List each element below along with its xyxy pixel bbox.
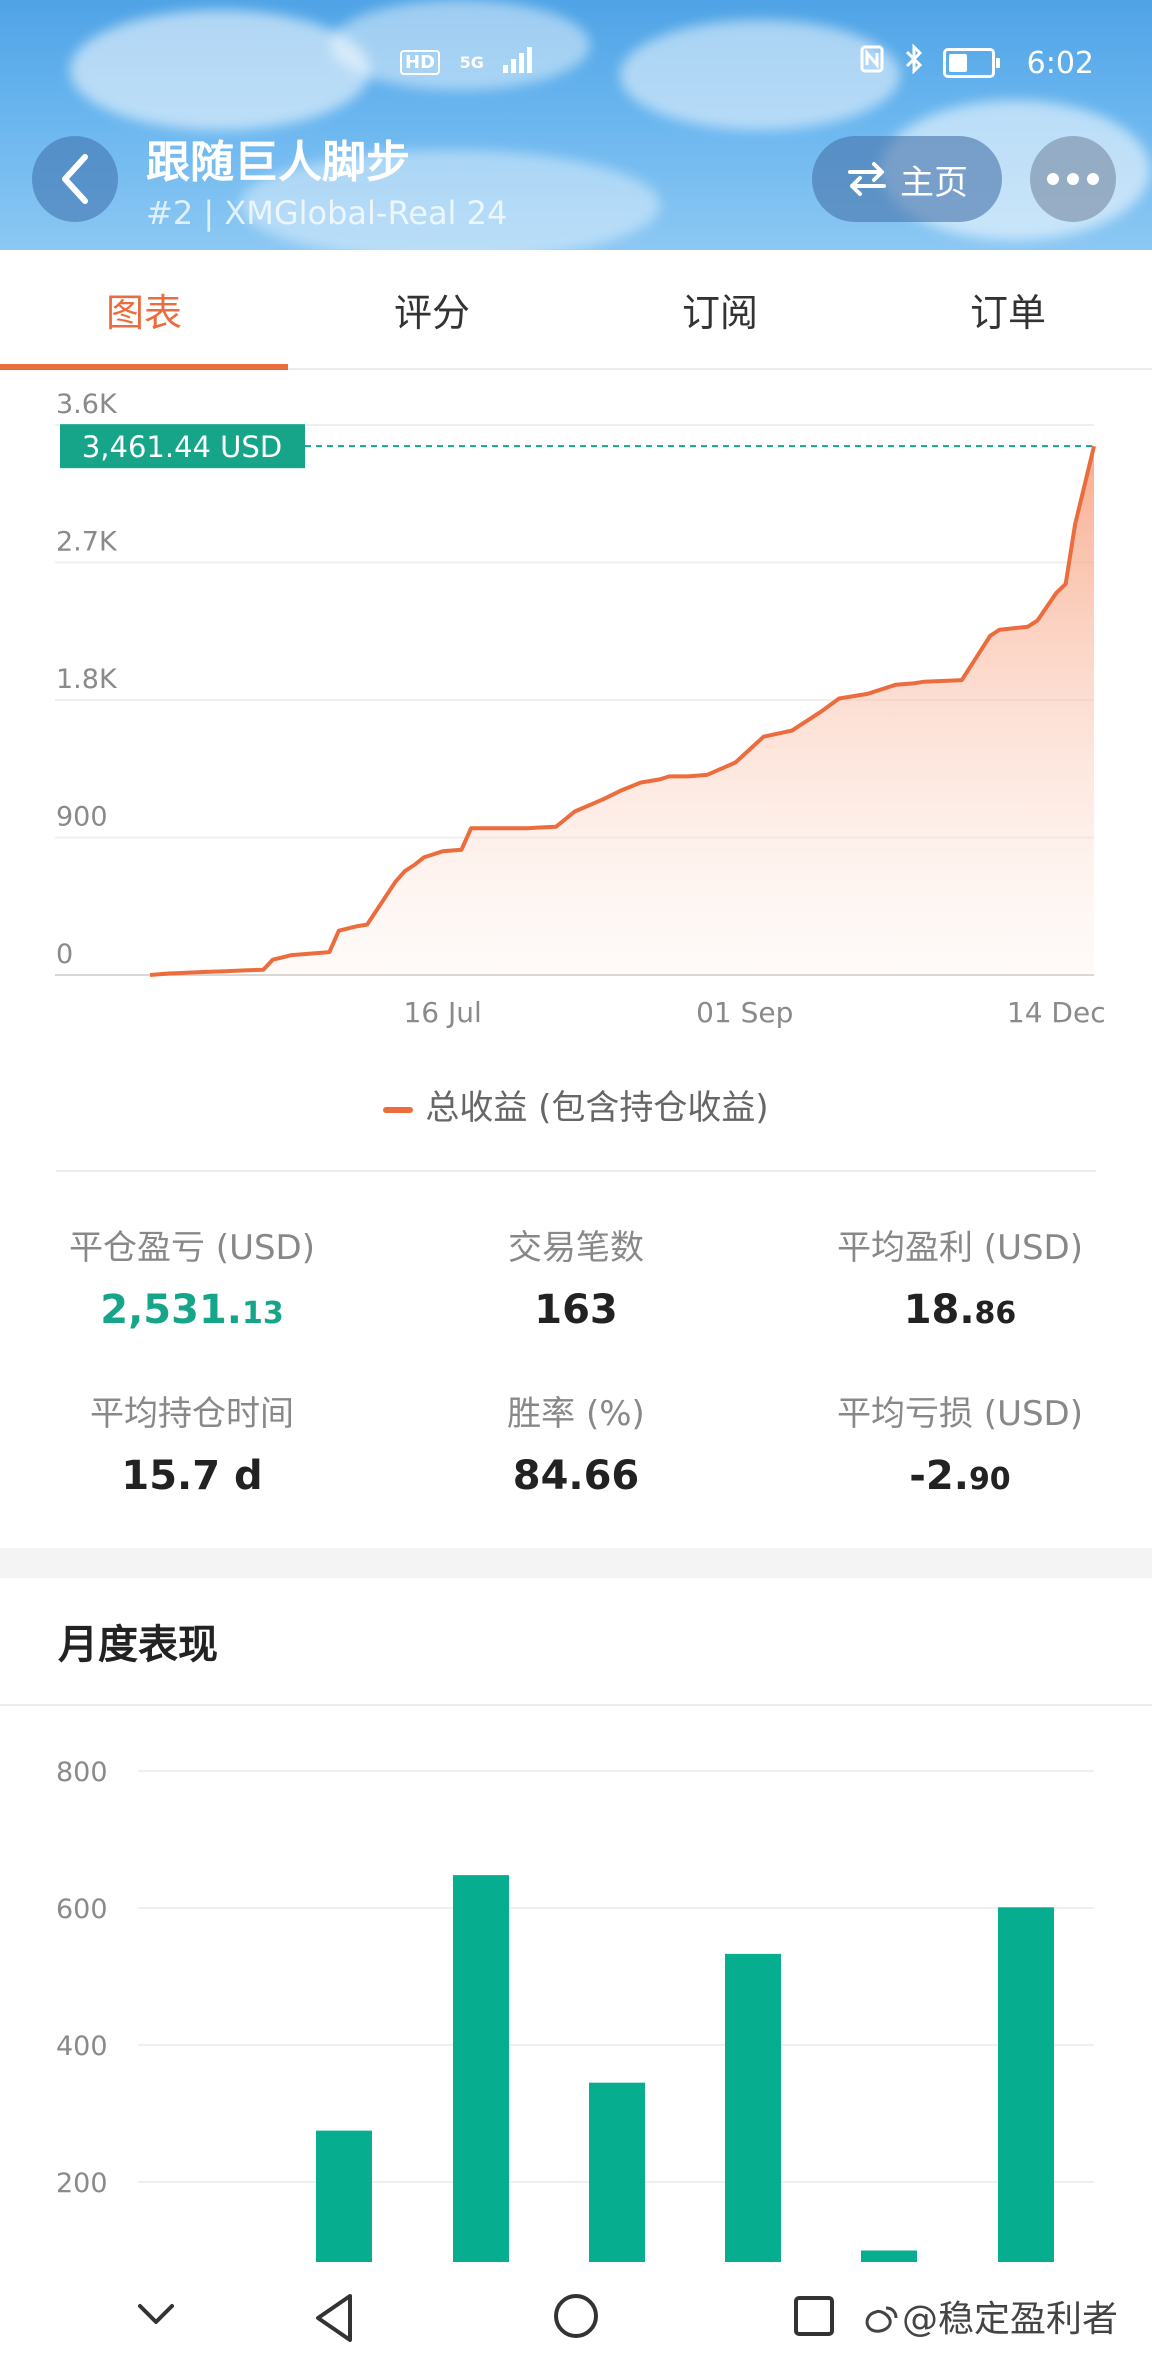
bluetooth-icon [904, 43, 924, 82]
equity-legend[interactable]: 总收益 (包含持仓收益) [0, 1080, 1152, 1129]
status-bar-right: 6:02 [860, 43, 1104, 84]
stat-trade-count: 交易笔数 163 [384, 1220, 768, 1333]
page-title: 跟随巨人脚步 [146, 137, 410, 188]
tab-chart[interactable]: 图表 [0, 250, 288, 370]
monthly-bar [589, 2082, 645, 2262]
current-value-label: 3,461.44 USD [82, 430, 282, 464]
y-tick-label: 3.6K [56, 389, 118, 420]
swap-icon [848, 162, 886, 196]
legend-label: 总收益 (包含持仓收益) [425, 1088, 769, 1128]
stat-label: 胜率 (%) [507, 1394, 645, 1434]
monthly-performance-title: 月度表现 [58, 1622, 218, 1668]
equity-area [150, 446, 1094, 975]
weibo-logo-icon [865, 2306, 898, 2333]
equity-chart: 0 900 1.8K 2.7K 3.6K 16 Jul 01 Sep 14 Dec 3,461.… [55, 389, 1106, 1029]
chevron-left-icon [62, 154, 88, 204]
stat-label: 平均持仓时间 [90, 1394, 294, 1434]
y-tick-label: 1.8K [56, 664, 118, 695]
chevron-down-icon[interactable] [134, 2292, 178, 2336]
nfc-icon [860, 45, 884, 81]
more-dot-icon [1047, 173, 1059, 185]
signal-icon [503, 45, 537, 81]
y-tick-label: 2.7K [56, 527, 118, 558]
y-tick-label: 400 [56, 2031, 108, 2062]
clock: 6:02 [1026, 45, 1095, 81]
home-button-label: 主页 [900, 162, 968, 203]
y-tick-label: 900 [56, 802, 108, 833]
back-button[interactable] [32, 136, 118, 222]
account-subtitle: #2 | XMGlobal-Real 24 [146, 194, 508, 232]
stat-value: 163 [534, 1287, 618, 1333]
stat-avg-hold-time: 平均持仓时间 15.7 d [0, 1386, 384, 1499]
monthly-bar-chart: 200 400 600 800 [56, 1757, 1094, 2262]
stat-label: 交易笔数 [508, 1228, 644, 1268]
tab-bar: 图表 评分 订阅 订单 [0, 250, 1152, 370]
tab-subscription[interactable]: 订阅 [576, 250, 864, 368]
cloud-decoration [70, 10, 370, 130]
monthly-bar [453, 1875, 509, 2262]
stat-value: 15.7 d [121, 1453, 263, 1499]
x-tick-label: 16 Jul [403, 996, 481, 1029]
y-tick-label: 0 [56, 939, 73, 970]
nav-recents-icon[interactable] [792, 2292, 836, 2340]
watermark: @稳定盈利者 [862, 2290, 1118, 2342]
stat-value: -2.90 [909, 1453, 1011, 1499]
monthly-bar [998, 1907, 1054, 2262]
stat-win-rate: 胜率 (%) 84.66 [384, 1386, 768, 1499]
status-bar-left: HD 5G [400, 44, 547, 84]
more-dot-icon [1067, 173, 1079, 185]
network-type: 5G [459, 53, 484, 72]
tab-rating[interactable]: 评分 [288, 250, 576, 368]
stat-avg-loss: 平均亏损 (USD) -2.90 [768, 1386, 1152, 1499]
cloud-decoration [620, 20, 900, 130]
more-options-button[interactable] [1030, 136, 1116, 222]
stat-value: 84.66 [512, 1453, 640, 1499]
tab-orders[interactable]: 订单 [864, 250, 1152, 368]
monthly-bar [316, 2130, 372, 2262]
stat-value: 2,531.13 [100, 1287, 284, 1333]
hd-badge: HD [400, 50, 441, 75]
divider [56, 1170, 1096, 1172]
y-tick-label: 600 [56, 1894, 108, 1925]
x-tick-label: 01 Sep [696, 996, 793, 1029]
x-tick-label: 14 Dec [1007, 996, 1106, 1029]
more-dot-icon [1087, 173, 1099, 185]
stat-value: 18.86 [903, 1287, 1017, 1333]
legend-swatch [383, 1106, 414, 1113]
y-tick-label: 200 [56, 2168, 108, 2199]
section-gap [0, 1548, 1152, 1578]
y-tick-label: 800 [56, 1757, 108, 1788]
stat-closed-pnl: 平仓盈亏 (USD) 2,531.13 [0, 1220, 384, 1333]
stat-label: 平均盈利 (USD) [837, 1228, 1083, 1268]
monthly-bar [861, 2250, 917, 2262]
home-button[interactable]: 主页 [812, 136, 1002, 222]
monthly-bar [725, 1953, 781, 2262]
nav-back-icon[interactable] [312, 2292, 356, 2344]
nav-home-icon[interactable] [552, 2292, 600, 2340]
battery-icon [943, 48, 1001, 78]
stat-avg-profit: 平均盈利 (USD) 18.86 [768, 1220, 1152, 1333]
app-header: HD 5G 6:02 跟随巨人脚步 #2 | XMGlobal-Real 24 … [0, 0, 1152, 250]
stat-label: 平均亏损 (USD) [837, 1394, 1083, 1434]
stat-label: 平仓盈亏 (USD) [69, 1228, 315, 1268]
